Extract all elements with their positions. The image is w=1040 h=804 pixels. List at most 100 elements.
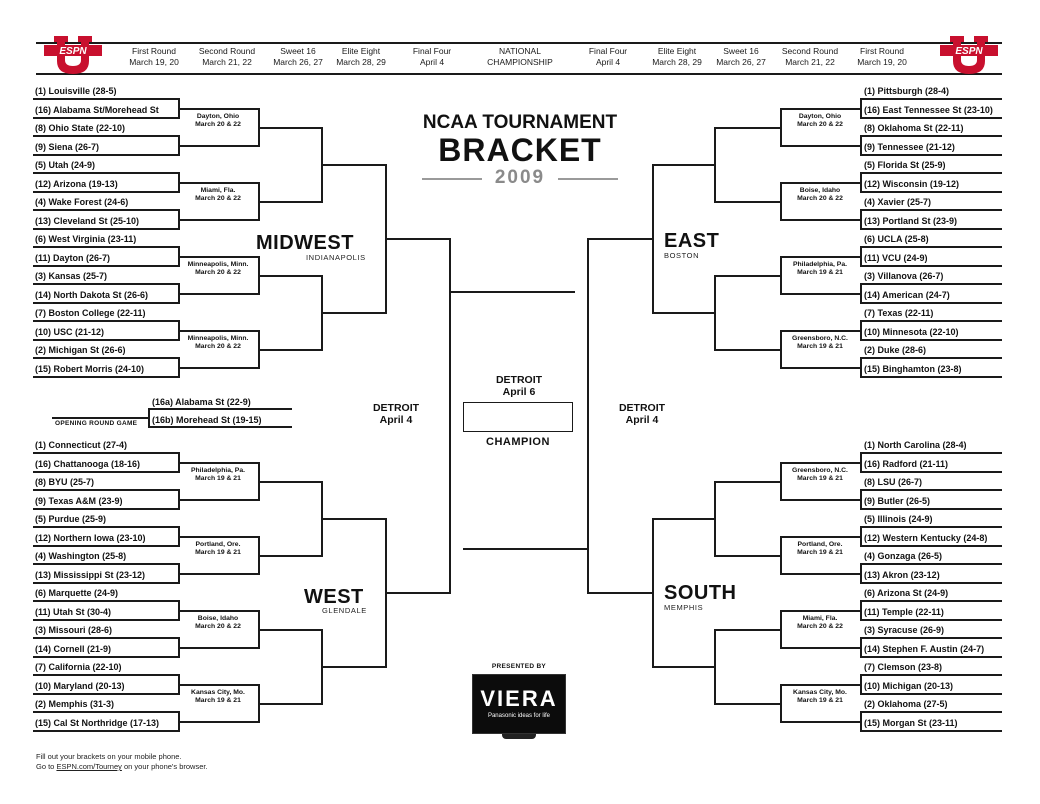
team-slot[interactable]: (11) Dayton (26-7) — [35, 253, 110, 264]
team-line — [860, 117, 1002, 119]
team-line — [860, 545, 1002, 547]
team-slot[interactable]: (2) Oklahoma (27-5) — [864, 699, 948, 710]
team-slot[interactable]: (15) Binghamton (23-8) — [864, 364, 962, 375]
team-slot[interactable]: (12) Western Kentucky (24-8) — [864, 533, 987, 544]
team-line — [860, 265, 1002, 267]
team-slot[interactable]: (2) Duke (28-6) — [864, 345, 926, 356]
team-line — [860, 526, 1002, 528]
bracket-slot-line — [321, 312, 385, 314]
bracket-slot-line — [178, 108, 258, 110]
team-slot[interactable]: (7) Clemson (23-8) — [864, 662, 942, 673]
team-slot[interactable]: (2) Memphis (31-3) — [35, 699, 114, 710]
championship-right-line — [463, 548, 587, 550]
team-slot[interactable]: (1) Pittsburgh (28-4) — [864, 86, 949, 97]
site-label: Greensboro, N.C. March 19 & 21 — [792, 335, 848, 350]
team-slot[interactable]: (16) Radford (21-11) — [864, 459, 948, 470]
team-slot[interactable]: (14) North Dakota St (26-6) — [35, 290, 148, 301]
team-slot[interactable]: (10) Minnesota (22-10) — [864, 327, 959, 338]
team-slot[interactable]: (16) East Tennessee St (23-10) — [864, 105, 993, 116]
team-slot[interactable]: (13) Mississippi St (23-12) — [35, 570, 145, 581]
bracket-slot-line — [321, 518, 385, 520]
team-slot[interactable]: (10) Maryland (20-13) — [35, 681, 125, 692]
team-slot[interactable]: (15) Robert Morris (24-10) — [35, 364, 144, 375]
team-slot[interactable]: (7) California (22-10) — [35, 662, 122, 673]
team-slot[interactable]: (5) Purdue (25-9) — [35, 514, 106, 525]
team-slot[interactable]: (8) Oklahoma St (22-11) — [864, 123, 964, 134]
team-slot[interactable]: (16) Alabama St/Morehead St — [35, 105, 159, 116]
team-slot[interactable]: (4) Gonzaga (26-5) — [864, 551, 942, 562]
team-line — [33, 508, 178, 510]
team-slot[interactable]: (8) Ohio State (22-10) — [35, 123, 125, 134]
opening-round-team-b[interactable]: (16b) Morehead St (19-15) — [152, 415, 262, 426]
team-slot[interactable]: (9) Tennessee (21-12) — [864, 142, 955, 153]
team-slot[interactable]: (5) Illinois (24-9) — [864, 514, 933, 525]
opening-round-team-a[interactable]: (16a) Alabama St (22-9) — [152, 397, 251, 408]
team-slot[interactable]: (11) Temple (22-11) — [864, 607, 944, 618]
team-slot[interactable]: (2) Michigan St (26-6) — [35, 345, 126, 356]
team-slot[interactable]: (12) Wisconsin (19-12) — [864, 179, 959, 190]
team-slot[interactable]: (6) UCLA (25-8) — [864, 234, 929, 245]
team-slot[interactable]: (10) Michigan (20-13) — [864, 681, 953, 692]
team-slot[interactable]: (14) Cornell (21-9) — [35, 644, 111, 655]
region-west-city: GLENDALE — [322, 606, 367, 615]
team-slot[interactable]: (7) Texas (22-11) — [864, 308, 933, 319]
team-slot[interactable]: (5) Utah (24-9) — [35, 160, 95, 171]
team-slot[interactable]: (3) Missouri (28-6) — [35, 625, 112, 636]
team-slot[interactable]: (4) Xavier (25-7) — [864, 197, 931, 208]
bracket-slot-line — [780, 293, 860, 295]
team-slot[interactable]: (13) Portland St (23-9) — [864, 216, 957, 227]
bracket-slot-line — [178, 647, 258, 649]
team-slot[interactable]: (4) Washington (25-8) — [35, 551, 126, 562]
team-slot[interactable]: (12) Northern Iowa (23-10) — [35, 533, 146, 544]
team-slot[interactable]: (11) VCU (24-9) — [864, 253, 928, 264]
champion-box[interactable] — [463, 402, 573, 432]
team-line — [33, 637, 178, 639]
header-bottom-rule — [36, 73, 1002, 75]
team-line — [33, 135, 178, 137]
team-slot[interactable]: (3) Syracuse (26-9) — [864, 625, 944, 636]
champion-label: CHAMPION — [486, 436, 550, 448]
team-line — [33, 117, 178, 119]
bracket-slot-line — [385, 238, 449, 240]
team-line — [860, 563, 1002, 565]
footer-link[interactable]: ESPN.com/Tourney — [56, 762, 121, 771]
bracket-connector — [860, 357, 862, 378]
team-slot[interactable]: (8) BYU (25-7) — [35, 477, 94, 488]
team-line — [33, 154, 178, 156]
site-label: Kansas City, Mo. March 19 & 21 — [191, 689, 245, 704]
team-slot[interactable]: (15) Cal St Northridge (17-13) — [35, 718, 159, 729]
team-slot[interactable]: (5) Florida St (25-9) — [864, 160, 946, 171]
team-slot[interactable]: (7) Boston College (22-11) — [35, 308, 146, 319]
team-line — [860, 135, 1002, 137]
team-slot[interactable]: (3) Kansas (25-7) — [35, 271, 107, 282]
team-line — [33, 172, 178, 174]
team-slot[interactable]: (1) Connecticut (27-4) — [35, 440, 127, 451]
site-label: Boise, Idaho March 20 & 22 — [797, 187, 843, 202]
team-slot[interactable]: (15) Morgan St (23-11) — [864, 718, 958, 729]
team-slot[interactable]: (6) West Virginia (23-11) — [35, 234, 136, 245]
team-slot[interactable]: (6) Marquette (24-9) — [35, 588, 118, 599]
team-slot[interactable]: (1) North Carolina (28-4) — [864, 440, 967, 451]
team-slot[interactable]: (11) Utah St (30-4) — [35, 607, 111, 618]
team-slot[interactable]: (6) Arizona St (24-9) — [864, 588, 948, 599]
team-slot[interactable]: (16) Chattanooga (18-16) — [35, 459, 140, 470]
site-label: Philadelphia, Pa. March 19 & 21 — [190, 467, 245, 482]
team-slot[interactable]: (10) USC (21-12) — [35, 327, 104, 338]
team-slot[interactable]: (12) Arizona (19-13) — [35, 179, 118, 190]
team-slot[interactable]: (3) Villanova (26-7) — [864, 271, 943, 282]
bracket-slot-line — [321, 164, 385, 166]
team-slot[interactable]: (9) Texas A&M (23-9) — [35, 496, 123, 507]
team-line — [860, 674, 1002, 676]
bracket-slot-line — [652, 518, 714, 520]
team-slot[interactable]: (4) Wake Forest (24-6) — [35, 197, 128, 208]
team-slot[interactable]: (8) LSU (26-7) — [864, 477, 922, 488]
team-slot[interactable]: (9) Butler (26-5) — [864, 496, 930, 507]
team-slot[interactable]: (9) Siena (26-7) — [35, 142, 99, 153]
team-slot[interactable]: (13) Akron (23-12) — [864, 570, 940, 581]
team-slot[interactable]: (14) Stephen F. Austin (24-7) — [864, 644, 984, 655]
team-slot[interactable]: (13) Cleveland St (25-10) — [35, 216, 139, 227]
svg-text:ESPN: ESPN — [59, 46, 87, 57]
team-slot[interactable]: (1) Louisville (28-5) — [35, 86, 117, 97]
team-slot[interactable]: (14) American (24-7) — [864, 290, 950, 301]
bracket-slot-line — [258, 275, 321, 277]
